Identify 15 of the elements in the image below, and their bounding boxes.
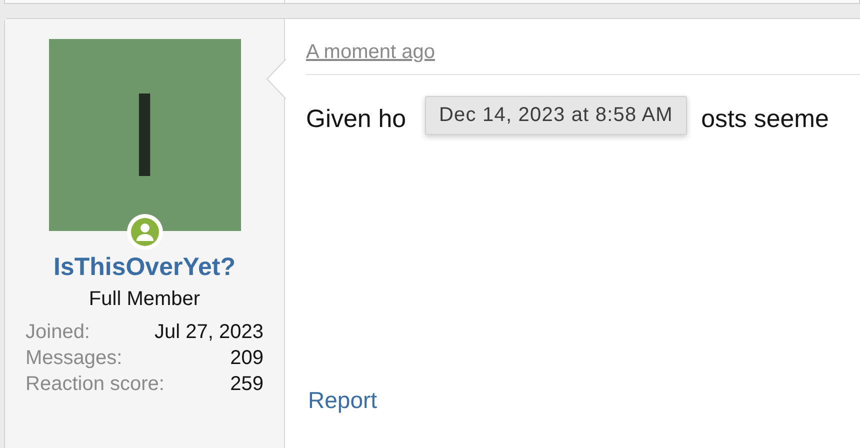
timestamp-link[interactable]: A moment ago: [306, 41, 435, 63]
stat-label: Messages:: [26, 347, 122, 370]
date-tooltip: Dec 14, 2023 at 8:58 AM: [425, 96, 687, 135]
stat-label: Joined:: [26, 321, 90, 344]
user-title: Full Member: [88, 288, 200, 311]
stat-value: 259: [230, 373, 264, 396]
avatar-letter: I: [128, 75, 162, 195]
post-text: Given ho: [306, 105, 406, 134]
stat-value: Jul 27, 2023: [154, 321, 264, 344]
stat-label: Reaction score:: [26, 373, 164, 396]
avatar[interactable]: I: [48, 39, 240, 231]
post-text: osts seeme: [701, 105, 829, 134]
username-link[interactable]: IsThisOverYet?: [53, 253, 236, 282]
stat-value: 209: [230, 347, 264, 370]
report-link[interactable]: Report: [308, 387, 378, 414]
